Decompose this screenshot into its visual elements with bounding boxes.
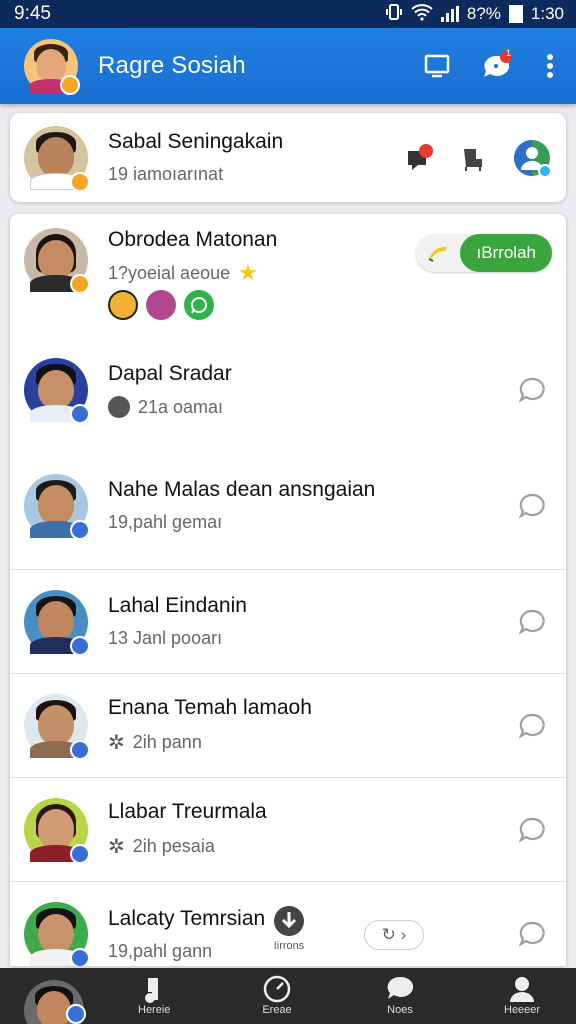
nav-home[interactable]: Hereie [138,974,170,1016]
list-item[interactable]: Obrodea Matonan 1?yoeial aeoue ★ ıBrrola… [10,214,566,338]
status-time: 9:45 [14,3,51,24]
avatar [24,797,90,864]
chat-icon[interactable] [518,492,546,520]
contact-name: Lalcaty Temrsian [108,906,266,930]
status-badge [70,171,90,192]
status-badge [70,948,90,966]
avatar [24,693,90,760]
contact-subtitle: 1?yoeial aeoue [108,262,231,283]
follow-button-label: ıBrrolah [460,234,552,272]
download-button[interactable]: Iirrons [272,904,306,952]
bottom-nav: Hereie Ereae Noes Heeeer [0,968,576,1024]
chat-icon[interactable] [518,608,546,636]
status-badge [66,1004,86,1024]
battery-icon [508,5,523,23]
nav-messages[interactable]: Noes [384,974,416,1016]
contact-subtitle: 2ih pann [132,732,202,752]
contact-name: Llabar Treurmala [108,800,267,823]
signal-icon [440,6,459,22]
avatar [24,589,90,656]
clock-icon [108,396,130,418]
app-bar: Ragre Sosiah 1 [0,28,576,104]
avatar [24,358,90,424]
chat-notification-count: 1 [505,48,511,58]
nav-profile-avatar[interactable] [24,980,86,1024]
battery-percent: 8?% [466,4,501,23]
list-item[interactable]: Dapal Sradar 21a oamaı [10,338,566,442]
status-badge [60,75,80,95]
avatar [24,228,90,294]
inbox-alert-icon[interactable] [402,141,436,175]
pinned-contact-card[interactable]: Sabal Seningakain 19 iamoıarınat [10,113,566,202]
contact-name: Enana Temah lamaoh [108,696,312,719]
avatar [24,125,90,192]
status-badge [70,843,90,864]
list-item[interactable]: Lalcaty Temrsian 19,pahl gann Iirrons ↻ … [10,882,566,966]
explore-icon [263,975,291,1003]
chat-bubble-icon[interactable]: 1 [480,48,514,83]
chat-icon[interactable] [518,816,546,844]
list-item[interactable]: Nahe Malas dean ansngaian 19,pahl gemaı [10,442,566,570]
list-item[interactable]: Lahal Eindanin 13 Janl poo​arı [10,570,566,674]
contact-sync-icon[interactable] [512,138,552,178]
status-badge [70,635,90,656]
contact-subtitle: 19,pahl gann [108,940,213,961]
status-clock: 1:30 [530,4,564,23]
download-label: Iirrons [273,940,305,952]
contact-subtitle: 13 Janl poo​arı [108,628,223,648]
contact-name: Sabal Seningakain [108,130,284,153]
avatar [24,902,90,966]
nav-profile[interactable]: Heeeer [504,974,540,1016]
app-title: Ragre Sosiah [98,52,246,79]
mutual-friend-avatar [146,290,176,320]
profile-icon [510,977,535,1002]
nav-label: Ereae [262,1004,292,1016]
more-vert-icon[interactable] [540,49,560,83]
profile-avatar[interactable] [24,39,80,95]
mutual-friend-avatar [108,290,138,320]
contact-subtitle: 2ih pesaia [132,836,215,856]
chat-icon[interactable] [518,376,546,404]
nav-label: Hereie [138,1004,171,1016]
download-icon [274,906,304,936]
star-icon: ★ [238,260,258,285]
status-bar: 9:45 8?% 1:30 [0,0,576,28]
home-icon [145,978,159,1003]
status-badge [70,404,90,424]
avatar [24,473,90,540]
gear-icon: ✲ [108,732,125,754]
list-item[interactable]: Enana Temah lamaoh ✲ 2ih pann [10,674,566,778]
status-badge [70,519,90,540]
contact-list: Obrodea Matonan 1?yoeial aeoue ★ ıBrrola… [10,214,566,966]
nav-label: Heeeer [504,1004,541,1016]
messages-icon [387,976,414,999]
wifi-icon [411,3,433,26]
status-badge [70,739,90,760]
contact-subtitle: 19 iamoıarınat [108,164,224,184]
list-item[interactable]: Llabar Treurmala ✲ 2ih pesaia [10,778,566,882]
follow-lead-icon [416,243,460,263]
contact-subtitle: 21a oamaı [138,396,224,417]
follow-button[interactable]: ıBrrolah [416,234,552,272]
contact-name: Lahal Eindanin [108,594,247,617]
refresh-pill[interactable]: ↻ › [364,920,424,950]
status-badge [70,274,90,294]
chat-icon[interactable] [518,712,546,740]
chair-icon[interactable] [458,143,488,173]
contact-subtitle: 19,pahl gemaı [108,512,223,532]
contact-name: Dapal Sradar [108,362,232,385]
nav-label: Noes [387,1004,413,1016]
chat-icon[interactable] [518,920,546,948]
refresh-icon: ↻ › [381,925,407,944]
vibrate-icon [385,3,403,26]
tablet-icon[interactable] [420,49,454,83]
whatsapp-icon [184,290,214,320]
contact-name: Nahe Malas dean ansngaian [108,478,376,501]
nav-explore[interactable]: Ereae [262,974,292,1016]
gear-icon: ✲ [108,836,125,858]
